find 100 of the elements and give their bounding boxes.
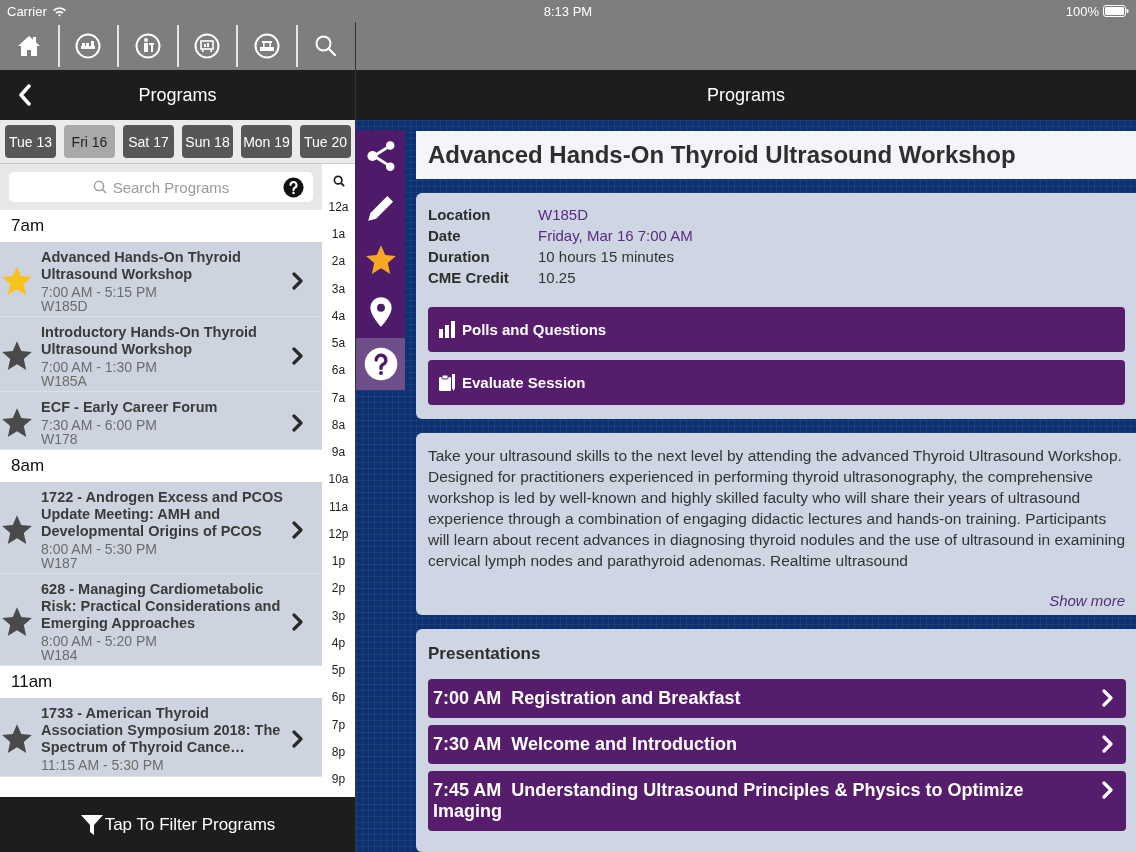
show-more-link[interactable]: Show more — [1049, 592, 1125, 609]
index-label[interactable]: 11a — [328, 499, 349, 514]
index-label[interactable]: 12p — [328, 526, 349, 541]
session-title: Introductory Hands-On Thyroid Ultrasound Workshop — [41, 324, 258, 358]
chevron-icon — [1101, 689, 1114, 707]
chevron-icon — [1101, 735, 1114, 753]
index-label[interactable]: 3p — [331, 608, 346, 623]
index-label[interactable]: 10a — [328, 472, 349, 487]
session-title: 1733 - American Thyroid Association Symposium 2018: The Spectrum of Thyroid Cance… — [41, 705, 282, 756]
index-label[interactable]: 6a — [331, 363, 346, 378]
back-button[interactable] — [18, 84, 32, 106]
session-time: 11:15 AM - 5:30 PM — [41, 757, 165, 773]
session-title: Advanced Hands-On Thyroid Ultrasound Workshop — [41, 249, 242, 283]
action-button[interactable]: Polls and Questions — [428, 307, 1125, 352]
help-icon[interactable] — [363, 347, 398, 381]
chevron-icon — [291, 413, 304, 432]
session-time: 7:00 AM - 1:30 PM — [41, 359, 158, 375]
day-tab[interactable]: Sun 18 — [182, 125, 233, 158]
field-label: Location — [428, 205, 492, 225]
section-heading: 7am — [11, 216, 45, 236]
chevron-icon — [291, 520, 304, 539]
battery-percent: 100% — [1065, 3, 1099, 19]
side-action-button[interactable] — [356, 338, 405, 390]
chevron-icon — [291, 730, 304, 748]
day-tab[interactable]: Sat 17 — [123, 125, 174, 158]
index-label[interactable]: 8p — [331, 744, 346, 759]
field-value: 10 hours 15 minutes — [538, 247, 675, 267]
board-icon[interactable] — [194, 33, 221, 59]
index-label[interactable]: 7p — [331, 717, 346, 732]
wifi-icon — [51, 5, 67, 17]
battery-icon — [1103, 5, 1129, 17]
day-tab[interactable]: Tue 13 — [5, 125, 56, 158]
session-time: 8:00 AM - 5:20 PM — [41, 633, 158, 649]
chevron-icon — [291, 612, 304, 631]
index-label[interactable]: 3a — [331, 281, 346, 296]
action-button[interactable]: Evaluate Session — [428, 360, 1125, 405]
session-row[interactable]: Advanced Hands-On Thyroid Ultrasound Workshop 7:00 AM - 5:15 PM W185D — [0, 242, 322, 317]
session-time: 8:00 AM - 5:30 PM — [41, 541, 158, 557]
index-label[interactable]: 9a — [331, 445, 346, 460]
index-label[interactable]: 9p — [331, 772, 346, 787]
field-label: Date — [428, 226, 462, 246]
session-room: W185A — [41, 375, 88, 388]
session-time: 7:00 AM - 5:15 PM — [41, 284, 158, 300]
funnel-icon — [79, 812, 104, 837]
chevron-icon — [1101, 781, 1114, 799]
booth-icon[interactable] — [253, 33, 280, 59]
session-time: 7:30 AM - 6:00 PM — [41, 417, 158, 433]
day-tab[interactable]: Mon 19 — [241, 125, 292, 158]
search-icon[interactable] — [332, 174, 345, 187]
field-link[interactable]: Friday, Mar 16 7:00 AM — [538, 225, 693, 246]
bar-chart-icon — [438, 320, 456, 339]
session-title: 1722 - Androgen Excess and PCOS Update Meeting: AMH and Developmental Origins of PCOS — [41, 489, 285, 540]
index-label[interactable]: 2p — [331, 581, 346, 596]
field-label: Duration — [428, 247, 491, 267]
search-icon — [92, 180, 107, 194]
help-icon[interactable] — [283, 177, 304, 198]
index-label[interactable]: 4a — [331, 308, 346, 323]
session-room: W187 — [41, 557, 79, 570]
clock: 8:13 PM — [543, 3, 593, 19]
index-label[interactable]: 5p — [331, 663, 346, 678]
session-title: 628 - Managing Cardiometabolic Risk: Practical Considerations and Emerging Approaches — [41, 581, 282, 632]
section-heading: Presentations — [428, 644, 542, 664]
index-label[interactable]: 12a — [328, 199, 349, 214]
chevron-icon — [291, 272, 304, 290]
index-label[interactable]: 1a — [331, 227, 346, 242]
chevron-icon — [291, 347, 304, 365]
session-row[interactable]: 628 - Managing Cardiometabolic Risk: Practical Considerations and Emerging Approaches 8:00 AM - 5:20 PM W184 — [0, 574, 322, 666]
session-room: W184 — [41, 649, 79, 662]
index-label[interactable]: 8a — [331, 417, 346, 432]
description-text: Take your ultrasound skills to the next level by attending the advanced Thyroid Ultrasound Workshop. Designed for practitioners experienced in performing thyroid ultrasonography, the comprehensive workshop is led by well-known and highly skilled faculty who will share their years of ultrasound experience through a combination of engaging didactic lectures and hands-on training. Participants will learn about recent advances in diagnosing thyroid nodules and the use of ultrasound in examining cervical lymph nodes and parathyroid adenomas. Realtime ultrasound — [428, 446, 1126, 571]
day-tab[interactable]: Fri 16 — [64, 125, 115, 158]
session-title: ECF - Early Career Forum — [41, 399, 219, 416]
session-row[interactable]: Introductory Hands-On Thyroid Ultrasound Workshop 7:00 AM - 1:30 PM W185A — [0, 317, 322, 392]
index-label[interactable]: 5a — [331, 336, 346, 351]
section-heading: 8am — [11, 456, 45, 476]
session-room: W178 — [41, 433, 79, 446]
field-label: CME Credit — [428, 268, 510, 288]
index-label[interactable]: 2a — [331, 254, 346, 269]
session-row[interactable]: 1722 - Androgen Excess and PCOS Update Meeting: AMH and Developmental Origins of PCOS 8:00 AM - 5:30 PM W187 — [0, 482, 322, 574]
index-label[interactable]: 4p — [331, 635, 346, 650]
nav-title: Programs — [707, 84, 785, 106]
presenter-icon[interactable] — [134, 33, 161, 59]
presentation-item[interactable]: 7:00 AM Registration and Breakfast — [428, 679, 1126, 718]
session-title: Advanced Hands-On Thyroid Ultrasound Workshop — [428, 141, 1016, 169]
nav-title: Programs — [138, 84, 217, 106]
index-label[interactable]: 6p — [331, 690, 346, 705]
field-link[interactable]: W185D — [538, 204, 693, 225]
index-label[interactable]: 1p — [331, 554, 346, 569]
session-row[interactable]: ECF - Early Career Forum 7:30 AM - 6:00 PM W178 — [0, 392, 322, 450]
presentation-item[interactable]: 7:45 AM Understanding Ultrasound Principles & Physics to Optimize Imaging — [428, 771, 1126, 831]
day-tab[interactable]: Tue 20 — [300, 125, 351, 158]
field-value: 10.25 — [538, 268, 577, 288]
clipboard-icon — [438, 373, 456, 392]
index-label[interactable]: 7a — [331, 390, 346, 405]
session-room: W185D — [41, 300, 89, 313]
section-heading: 11am — [11, 672, 53, 692]
presentation-item[interactable]: 7:30 AM Welcome and Introduction — [428, 725, 1126, 764]
carrier-label: Carrier — [7, 3, 47, 19]
shelf-icon[interactable] — [75, 33, 102, 59]
session-row[interactable]: 1733 - American Thyroid Association Symposium 2018: The Spectrum of Thyroid Cance… 11:15 AM - 5:30 PM — [0, 698, 322, 777]
